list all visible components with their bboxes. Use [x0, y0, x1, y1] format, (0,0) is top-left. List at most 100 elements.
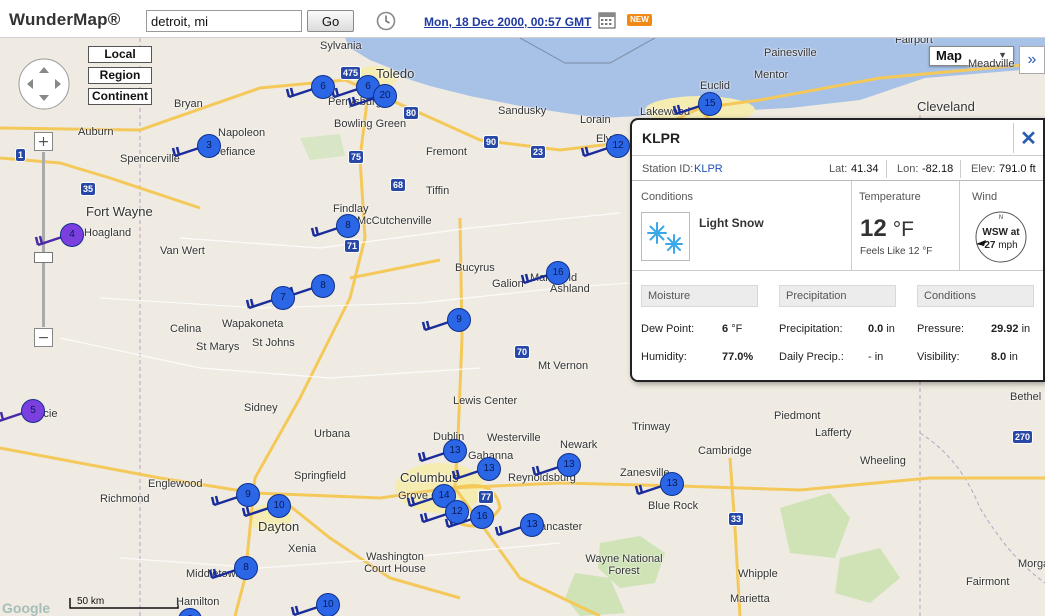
wind-speed: 27 mph — [974, 240, 1028, 251]
place-label: Sandusky — [498, 105, 547, 117]
new-badge: NEW — [627, 14, 652, 26]
station-marker[interactable]: 10 — [316, 593, 340, 616]
temperature-label: Temperature — [859, 191, 921, 203]
location-search-input[interactable] — [146, 10, 302, 32]
station-marker[interactable]: 12 — [606, 134, 630, 158]
station-marker[interactable]: 6 — [311, 75, 335, 99]
popup-header: KLPR ✕ — [632, 120, 1043, 156]
precipitation-header: Precipitation — [779, 285, 896, 307]
place-label: Richmond — [100, 493, 150, 505]
route-shield: 270 — [1012, 430, 1034, 444]
place-label: Cleveland — [917, 99, 975, 114]
place-label: Fort Wayne — [86, 204, 153, 219]
date-time-link[interactable]: Mon, 18 Dec 2000, 00:57 GMT — [424, 15, 591, 29]
place-label: Blue Rock — [648, 500, 699, 512]
route-shield: 35 — [80, 182, 97, 196]
wind-speed-value: 27 — [984, 240, 996, 251]
place-label: Lorain — [580, 114, 611, 126]
wind-direction: WSW at — [982, 227, 1020, 238]
station-marker[interactable]: 7 — [271, 286, 295, 310]
station-marker[interactable]: 20 — [373, 84, 397, 108]
dew-point-unit: °F — [731, 323, 743, 335]
place-label: Trinway — [632, 421, 671, 433]
calendar-icon[interactable] — [598, 11, 616, 29]
place-label: Van Wert — [160, 245, 205, 257]
route-shield: 33 — [728, 512, 745, 526]
pressure-number: 29.92 — [991, 323, 1019, 335]
conditions-header: Conditions — [917, 285, 1034, 307]
route-shield: 68 — [390, 178, 407, 192]
station-marker[interactable]: 8 — [234, 556, 258, 580]
station-marker[interactable]: 4 — [60, 223, 84, 247]
elev-value: 791.0 ft — [999, 163, 1036, 175]
brand-logo[interactable]: WunderMap® — [9, 10, 121, 30]
route-shield: 75 — [348, 150, 365, 164]
place-label: Washington Court House — [364, 551, 426, 575]
daily-precip-value: - in — [868, 351, 884, 363]
station-marker[interactable]: 15 — [698, 92, 722, 116]
place-label: Columbus — [400, 470, 459, 485]
wind-label: Wind — [972, 191, 998, 203]
scope-continent-button[interactable]: Continent — [88, 88, 152, 105]
elev-label: Elev: — [971, 163, 996, 175]
station-marker[interactable]: 13 — [660, 472, 684, 496]
zoom-in-button[interactable]: + — [34, 132, 53, 151]
place-label: Cambridge — [698, 445, 752, 457]
route-shield: 90 — [483, 135, 500, 149]
visibility-value: 8.0 in — [991, 351, 1018, 363]
station-marker[interactable]: 8 — [311, 274, 335, 298]
place-label: Bowling Green — [334, 118, 407, 130]
visibility-unit: in — [1009, 351, 1018, 363]
route-shield: 80 — [403, 106, 420, 120]
zoom-slider-handle[interactable] — [34, 252, 53, 263]
place-label: Fairmont — [966, 576, 1010, 588]
station-marker[interactable]: 13 — [443, 439, 467, 463]
place-label: Euclid — [700, 80, 730, 92]
toolbar: WunderMap® Go Mon, 18 Dec 2000, 00:57 GM… — [0, 0, 1045, 38]
expand-panel-button[interactable]: » — [1019, 46, 1045, 74]
wind-speed-unit: mph — [998, 240, 1018, 251]
popup-title: KLPR — [642, 130, 681, 146]
place-label: Wayne National Forest — [585, 553, 663, 577]
station-marker[interactable]: 13 — [557, 453, 581, 477]
close-icon[interactable]: ✕ — [1013, 123, 1043, 153]
station-marker[interactable]: 12 — [445, 500, 469, 524]
station-marker[interactable]: 13 — [520, 513, 544, 537]
station-marker[interactable]: 13 — [477, 457, 501, 481]
station-marker[interactable]: 16 — [470, 505, 494, 529]
place-label: Marietta — [730, 593, 770, 605]
station-marker[interactable]: 5 — [21, 399, 45, 423]
scope-region-button[interactable]: Region — [88, 67, 152, 84]
place-label: Fairport — [895, 38, 933, 46]
station-marker[interactable]: 9 — [236, 483, 260, 507]
station-marker[interactable]: 16 — [546, 261, 570, 285]
station-marker[interactable]: 10 — [267, 494, 291, 518]
station-info-row: Station ID: KLPR Lat: 41.34 Lon: -82.18 … — [632, 156, 1043, 181]
route-shield: 23 — [530, 145, 547, 159]
station-marker[interactable]: 9 — [447, 308, 471, 332]
condition-text: Light Snow — [699, 216, 764, 230]
temperature-value: 12 °F — [860, 215, 914, 243]
map-canvas[interactable]: Local Region Continent + − Map ▼ » 50 km… — [0, 38, 1045, 616]
scope-local-button[interactable]: Local — [88, 46, 152, 63]
place-label: Whipple — [738, 568, 778, 580]
precip-number: 0.0 — [868, 323, 884, 335]
station-marker[interactable]: 3 — [197, 134, 221, 158]
lat-value: 41.34 — [851, 163, 879, 175]
place-label: St Johns — [252, 337, 295, 349]
dew-point-label: Dew Point: — [641, 323, 695, 335]
station-id-link[interactable]: KLPR — [694, 163, 723, 175]
go-button[interactable]: Go — [307, 10, 354, 32]
clock-icon[interactable] — [376, 11, 396, 31]
place-label: Piedmont — [774, 410, 821, 422]
snow-icon — [641, 212, 690, 261]
station-marker[interactable]: 8 — [336, 214, 360, 238]
place-label: Hamilton — [176, 596, 220, 608]
pan-control[interactable] — [17, 57, 71, 111]
moisture-header: Moisture — [641, 285, 758, 307]
route-shield: 1 — [15, 148, 27, 162]
zoom-out-button[interactable]: − — [34, 328, 53, 347]
feels-like: Feels Like 12 °F — [860, 246, 933, 257]
place-label: Toledo — [376, 66, 415, 81]
temperature-number: 12 — [860, 215, 887, 242]
